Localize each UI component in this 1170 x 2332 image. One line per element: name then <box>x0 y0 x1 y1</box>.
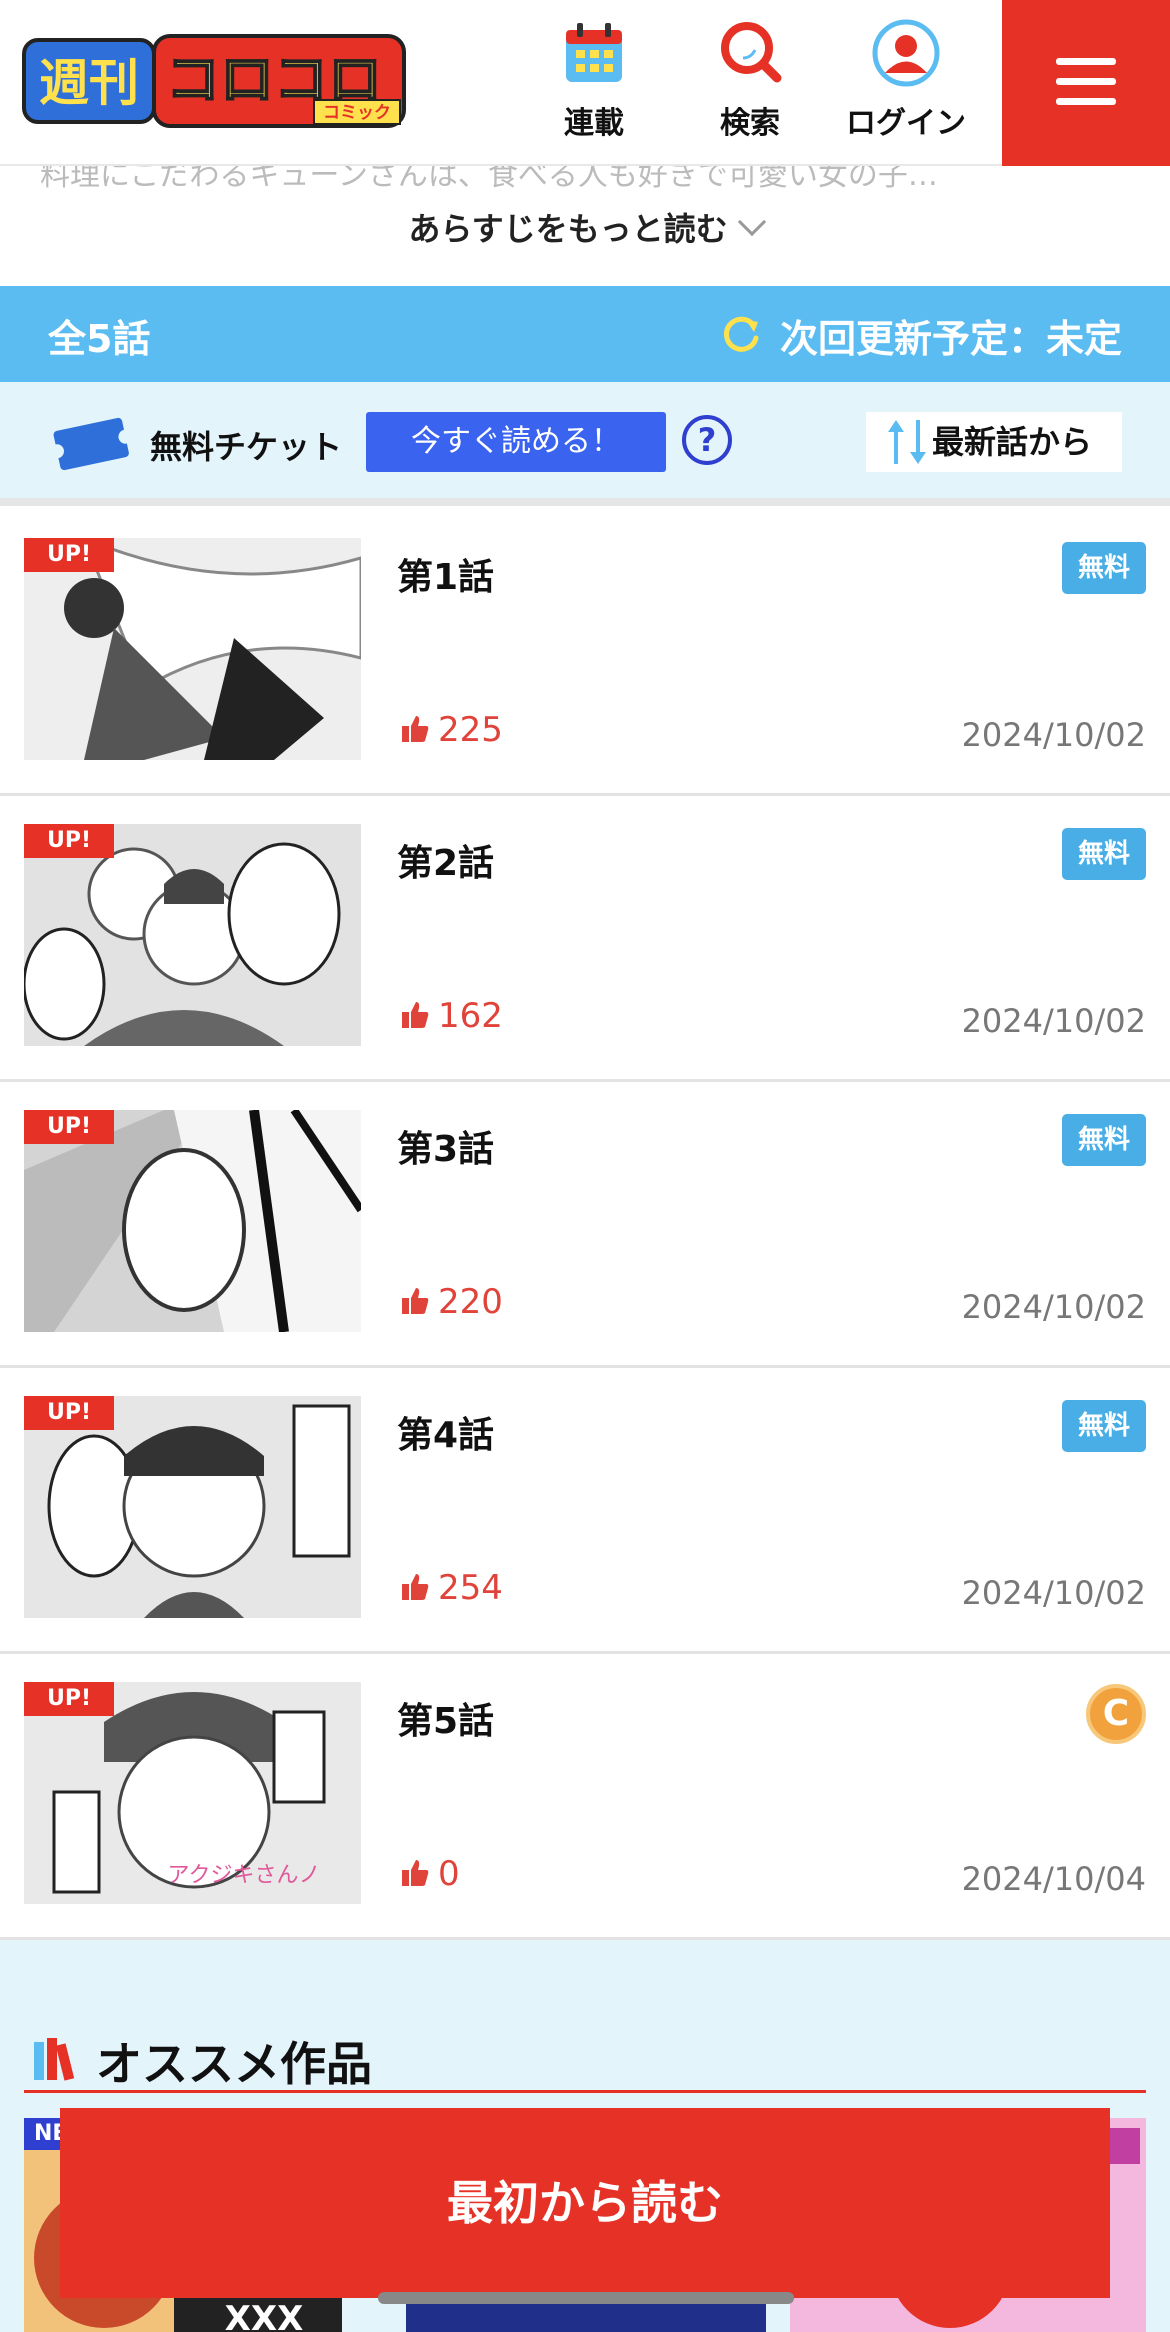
free-badge: 無料 <box>1062 1400 1146 1452</box>
books-icon <box>34 2038 75 2081</box>
nav-login[interactable]: ログイン <box>836 18 976 148</box>
calendar-icon <box>566 23 622 82</box>
nav-search-label: 検索 <box>720 106 780 141</box>
thumbs-up-icon <box>402 1574 429 1600</box>
up-badge: UP! <box>24 538 114 572</box>
episode-title: 第1話 <box>397 557 495 598</box>
home-indicator <box>378 2292 794 2304</box>
free-ticket-label: 無料チケット <box>150 428 343 466</box>
like-count-value: 162 <box>438 996 503 1036</box>
synopsis-text: 料理にこだわるキューンさんは、食べる人も好きで可愛い女の子… <box>40 166 938 193</box>
up-badge: UP! <box>24 824 114 858</box>
korokoro-logo[interactable]: 週刊 コロコロ コミック <box>22 34 407 130</box>
like-count: 162 <box>400 996 503 1036</box>
episode-title: 第4話 <box>397 1415 495 1456</box>
like-count-value: 254 <box>438 1568 503 1608</box>
chevron-down-icon <box>737 207 766 237</box>
nav-search[interactable]: 検索 <box>680 18 820 148</box>
like-count-value: 0 <box>438 1854 460 1894</box>
like-count: 0 <box>400 1854 460 1894</box>
thumbs-up-icon <box>402 1288 429 1314</box>
read-more-label: あらすじをもっと読む <box>408 210 728 248</box>
episode-date: 2024/10/02 <box>961 716 1146 754</box>
episode-row[interactable]: UP! 第2話 無料 162 2024/10/02 <box>0 796 1170 1082</box>
ticket-icon <box>50 417 132 471</box>
episode-date: 2024/10/04 <box>961 1860 1146 1898</box>
search-icon <box>721 22 782 83</box>
episode-row[interactable]: アクジキさんノ UP! 第5話 C 0 2024/10/04 <box>0 1654 1170 1940</box>
hamburger-icon <box>1056 58 1116 65</box>
like-count-value: 225 <box>438 710 503 750</box>
sort-label: 最新話から <box>932 423 1093 461</box>
synopsis-section: 料理にこだわるキューンさんは、食べる人も好きで可愛い女の子… あらすじをもっと読… <box>0 166 1170 286</box>
episode-count-bar: 全5話 次回更新予定：未定 <box>0 286 1170 382</box>
thumbs-up-icon <box>402 1002 429 1028</box>
episode-date: 2024/10/02 <box>961 1574 1146 1612</box>
sort-button[interactable]: 最新話から <box>866 412 1122 472</box>
ticket-bar: 無料チケット 今すぐ読める！ ? 最新話から <box>0 382 1170 506</box>
help-icon[interactable]: ? <box>682 415 732 465</box>
nav-serial[interactable]: 連載 <box>524 18 664 148</box>
like-count: 225 <box>400 710 503 750</box>
next-update-text: 次回更新予定：未定 <box>779 317 1122 361</box>
free-badge: 無料 <box>1062 828 1146 880</box>
read-from-start-button[interactable]: 最初から読む <box>60 2108 1110 2298</box>
user-icon <box>872 19 940 87</box>
recommended-divider <box>24 2090 1146 2093</box>
episode-row[interactable]: UP! 第3話 無料 220 2024/10/02 <box>0 1082 1170 1368</box>
up-badge: UP! <box>24 1396 114 1430</box>
coin-icon: C <box>1086 1684 1146 1744</box>
sort-arrows-icon <box>888 420 926 464</box>
episode-date: 2024/10/02 <box>961 1002 1146 1040</box>
free-badge: 無料 <box>1062 542 1146 594</box>
nav-login-label: ログイン <box>846 106 966 141</box>
hamburger-icon-bar <box>1056 78 1116 85</box>
nav-serial-label: 連載 <box>564 106 624 141</box>
free-badge: 無料 <box>1062 1114 1146 1166</box>
svg-text:アクジキさんノ: アクジキさんノ <box>168 1863 321 1888</box>
episode-date: 2024/10/02 <box>961 1288 1146 1326</box>
menu-button[interactable] <box>1002 0 1170 166</box>
like-count: 254 <box>400 1568 503 1608</box>
episode-row[interactable]: UP! 第4話 無料 254 2024/10/02 <box>0 1368 1170 1654</box>
thumbs-up-icon <box>402 1860 429 1886</box>
like-count: 220 <box>400 1282 503 1322</box>
episode-title: 第2話 <box>397 843 495 884</box>
like-count-value: 220 <box>438 1282 503 1322</box>
svg-text:週刊: 週刊 <box>39 54 139 112</box>
episode-row[interactable]: UP! 第1話 無料 225 2024/10/02 <box>0 510 1170 796</box>
hamburger-icon-bar <box>1056 98 1116 105</box>
svg-text:XXX: XXX <box>225 2299 304 2332</box>
episode-title: 第5話 <box>397 1701 495 1742</box>
svg-text:コミック: コミック <box>323 103 391 123</box>
thumbs-up-icon <box>402 716 429 742</box>
episode-total: 全5話 <box>48 317 151 361</box>
recommended-title: オススメ作品 <box>96 2037 372 2091</box>
up-badge: UP! <box>24 1110 114 1144</box>
up-badge: UP! <box>24 1682 114 1716</box>
episode-title: 第3話 <box>397 1129 495 1170</box>
read-more-link[interactable]: あらすじをもっと読む <box>0 204 1170 250</box>
refresh-icon <box>723 316 759 352</box>
app-header: 週刊 コロコロ コミック 連載 検索 ログイン <box>0 0 1170 166</box>
read-now-button[interactable]: 今すぐ読める！ <box>366 412 666 472</box>
